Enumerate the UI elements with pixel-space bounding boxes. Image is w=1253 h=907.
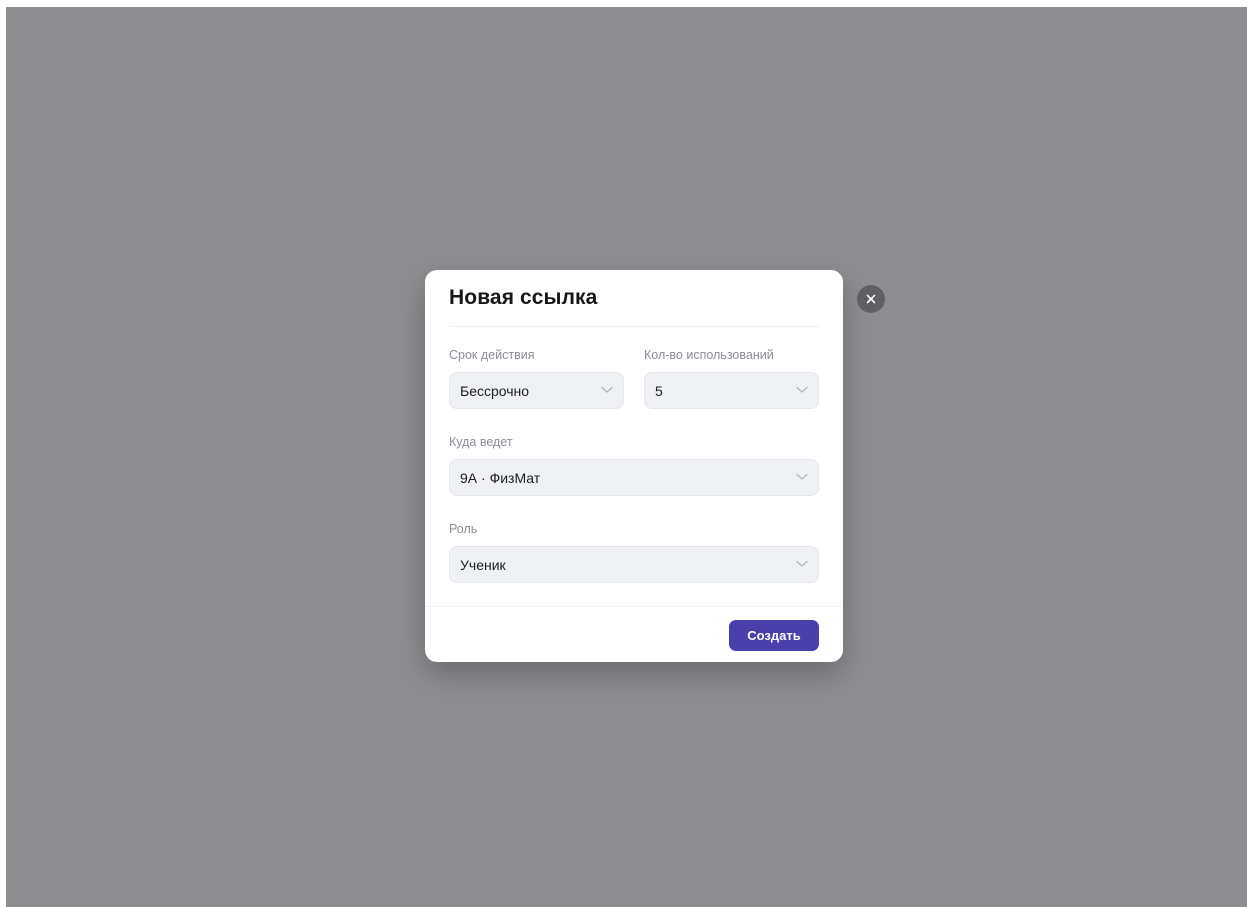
role-select[interactable]: Ученик — [449, 546, 819, 583]
validity-label: Срок действия — [449, 348, 535, 362]
chevron-down-icon — [796, 473, 808, 480]
new-link-dialog: Новая ссылка Срок действия Бессрочно Кол… — [425, 270, 843, 662]
uses-label: Кол-во использований — [644, 348, 774, 362]
footer-divider — [425, 606, 843, 607]
target-value: 9А · ФизМат — [460, 470, 541, 486]
close-button[interactable] — [857, 285, 885, 313]
validity-select[interactable]: Бессрочно — [449, 372, 624, 409]
create-button[interactable]: Создать — [729, 620, 819, 651]
validity-value: Бессрочно — [460, 383, 530, 399]
uses-value: 5 — [655, 383, 663, 399]
role-value: Ученик — [460, 557, 506, 573]
title-divider — [449, 326, 819, 327]
chevron-down-icon — [796, 386, 808, 393]
close-icon — [866, 294, 876, 304]
target-select[interactable]: 9А · ФизМат — [449, 459, 819, 496]
uses-select[interactable]: 5 — [644, 372, 819, 409]
chevron-down-icon — [601, 386, 613, 393]
dialog-title: Новая ссылка — [449, 286, 598, 309]
role-label: Роль — [449, 522, 478, 536]
target-label: Куда ведет — [449, 435, 513, 449]
chevron-down-icon — [796, 560, 808, 567]
